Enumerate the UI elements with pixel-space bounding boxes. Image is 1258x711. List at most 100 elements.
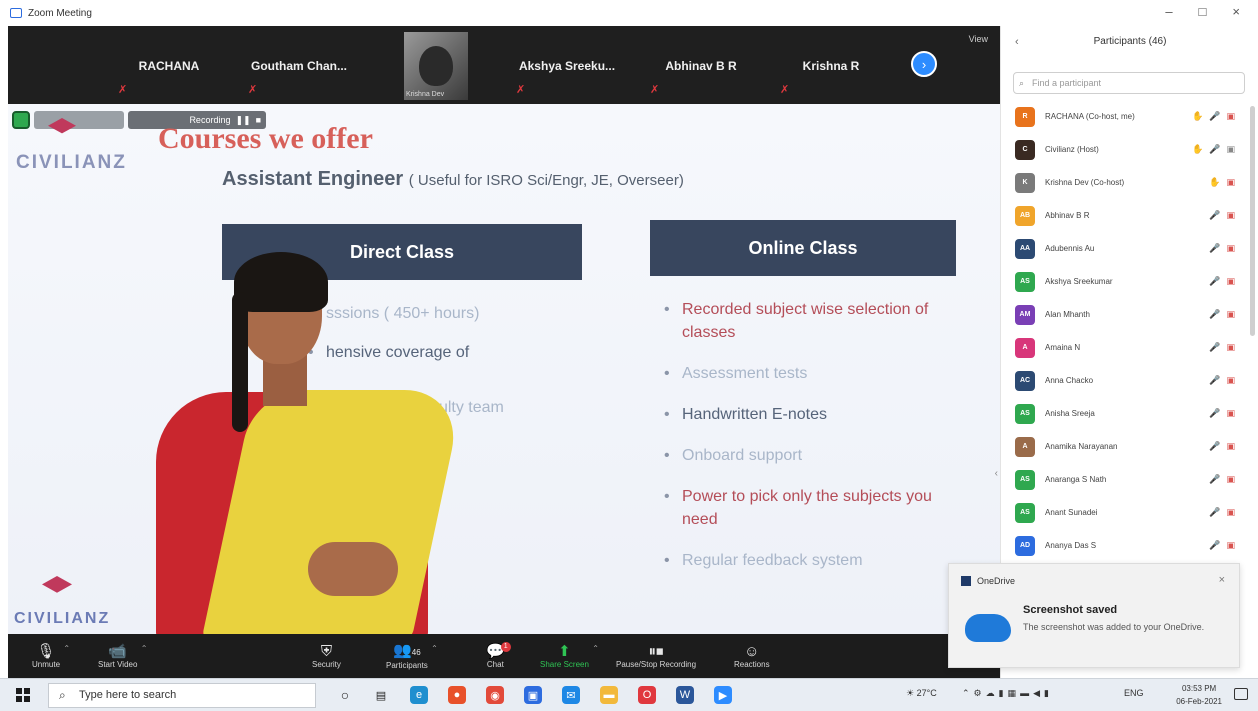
participant-name: Civilianz (Host) xyxy=(1045,145,1099,154)
chevron-up-icon[interactable]: ⌃ xyxy=(431,644,438,653)
cortana-icon[interactable]: ○ xyxy=(336,686,354,704)
share-screen-button[interactable]: ⬆ Share Screen ⌃ xyxy=(540,638,599,674)
start-button[interactable] xyxy=(16,688,30,702)
weather-indicator[interactable]: ☀ 27°C xyxy=(906,688,937,699)
file-explorer-icon[interactable]: ▬ xyxy=(600,686,618,704)
zoom-app-icon xyxy=(10,8,22,18)
video-tile[interactable]: RACHANA ✗ xyxy=(110,32,228,100)
participant-row[interactable]: AS Akshya Sreekumar 🎤 ▣ xyxy=(1001,265,1251,298)
video-tile-active[interactable]: Krishna Dev xyxy=(404,32,468,100)
video-off-icon: ▣ xyxy=(1226,375,1235,385)
system-tray-icons[interactable]: ⌃⚙☁▮▦▬◀▮ xyxy=(962,688,1053,699)
video-off-icon: ▣ xyxy=(1226,111,1235,121)
zoom-taskbar-icon[interactable]: ▶ xyxy=(714,686,732,704)
firefox-icon[interactable]: ● xyxy=(448,686,466,704)
video-off-icon: ▣ xyxy=(1226,177,1235,187)
participant-row[interactable]: AA Adubennis Au 🎤 ▣ xyxy=(1001,232,1251,265)
clock-time: 03:53 PM xyxy=(1181,684,1217,693)
window-controls: – □ × xyxy=(1165,4,1240,19)
video-tile[interactable]: Abhinav B R ✗ xyxy=(642,32,760,100)
participant-row[interactable]: AS Anaranga S Nath 🎤 ▣ xyxy=(1001,463,1251,496)
notification-title: Screenshot saved xyxy=(1023,604,1118,616)
window-title-bar: Zoom Meeting – □ × xyxy=(0,0,1258,26)
participant-row[interactable]: AC Anna Chacko 🎤 ▣ xyxy=(1001,364,1251,397)
clock[interactable]: 03:53 PM 06-Feb-2021 xyxy=(1176,682,1222,708)
list-item: Power to pick only the subjects you need xyxy=(660,485,950,531)
button-label: Pause/Stop Recording xyxy=(616,659,697,669)
mail-icon[interactable]: ✉ xyxy=(562,686,580,704)
participant-name: Amaina N xyxy=(1045,343,1081,352)
button-label: Participants xyxy=(386,660,428,670)
opera-icon[interactable]: O xyxy=(638,686,656,704)
task-view-icon[interactable]: ▤ xyxy=(372,686,390,704)
participant-status: 🎤 ▣ xyxy=(1209,210,1235,221)
word-icon[interactable]: W xyxy=(676,686,694,704)
view-button[interactable]: View xyxy=(969,34,988,44)
participant-row[interactable]: C Civilianz (Host) ✋ 🎤 ▣ xyxy=(1001,133,1251,166)
chevron-up-icon[interactable]: ⌃ xyxy=(63,644,70,653)
participant-row[interactable]: R RACHANA (Co-host, me) ✋ 🎤 ▣ xyxy=(1001,100,1251,133)
participant-row[interactable]: AS Anisha Sreeja 🎤 ▣ xyxy=(1001,397,1251,430)
close-window-button[interactable]: × xyxy=(1232,4,1240,19)
language-indicator[interactable]: ENG xyxy=(1124,688,1144,698)
logo-mark-icon xyxy=(42,576,72,593)
participant-row[interactable]: A Anamika Narayanan 🎤 ▣ xyxy=(1001,430,1251,463)
participant-row[interactable]: AS Anant Sunadei 🎤 ▣ xyxy=(1001,496,1251,529)
reactions-icon: ☺ xyxy=(744,642,760,660)
participant-status: 🎤 ▣ xyxy=(1209,408,1235,419)
chat-button[interactable]: 💬 1 Chat xyxy=(486,638,511,674)
onedrive-notification[interactable]: OneDrive × Screenshot saved The screensh… xyxy=(948,563,1240,668)
reactions-button[interactable]: ☺ Reactions xyxy=(734,638,770,674)
notification-center-icon[interactable] xyxy=(1234,688,1248,700)
online-class-heading: Online Class xyxy=(650,220,956,276)
recording-button[interactable]: ⏸⏹ Pause/Stop Recording xyxy=(616,638,696,674)
participant-row[interactable]: AB Abhinav B R 🎤 ▣ xyxy=(1001,199,1251,232)
muted-mic-icon: ✗ xyxy=(780,84,790,96)
video-tile[interactable]: Akshya Sreeku... ✗ xyxy=(508,32,626,100)
participant-name: Abhinav B R xyxy=(665,59,737,73)
video-off-icon: ▣ xyxy=(1226,474,1235,484)
taskbar-search-input[interactable]: ⌕ Type here to search xyxy=(48,683,316,708)
unmute-button[interactable]: 🎙 Unmute ⌃ xyxy=(32,638,70,674)
next-page-icon[interactable]: › xyxy=(911,51,937,77)
chevron-left-icon[interactable]: ‹ xyxy=(995,468,998,479)
video-off-icon: ▣ xyxy=(1226,540,1235,550)
scrollbar[interactable] xyxy=(1250,106,1255,336)
store-icon[interactable]: ▣ xyxy=(524,686,542,704)
participant-status: 🎤 ▣ xyxy=(1209,441,1235,452)
participant-status: 🎤 ▣ xyxy=(1209,507,1235,518)
chrome-icon[interactable]: ◉ xyxy=(486,686,504,704)
participant-status: 🎤 ▣ xyxy=(1209,342,1235,353)
close-icon[interactable]: × xyxy=(1219,574,1225,586)
participant-row[interactable]: A Amaina N 🎤 ▣ xyxy=(1001,331,1251,364)
video-tile[interactable]: Krishna R ✗ xyxy=(772,32,890,100)
participant-name: Anna Chacko xyxy=(1045,376,1094,385)
search-icon: ⌕ xyxy=(59,688,66,702)
chevron-up-icon[interactable]: ⌃ xyxy=(141,644,148,653)
subtitle-note: ( Useful for ISRO Sci/Engr, JE, Overseer… xyxy=(408,172,684,189)
minimize-button[interactable]: – xyxy=(1165,4,1172,19)
participant-row[interactable]: K Krishna Dev (Co-host) ✋ ▣ xyxy=(1001,166,1251,199)
participant-row[interactable]: AD Ananya Das S 🎤 ▣ xyxy=(1001,529,1251,562)
security-button[interactable]: ⛨ Security xyxy=(312,638,341,674)
presenter-hair xyxy=(232,292,248,432)
participant-status: 🎤 ▣ xyxy=(1209,309,1235,320)
shield-icon: ⛨ xyxy=(320,642,333,660)
video-off-icon: ▣ xyxy=(1226,342,1235,352)
participant-row[interactable]: AM Alan Mhanth 🎤 ▣ xyxy=(1001,298,1251,331)
edge-icon[interactable]: e xyxy=(410,686,428,704)
cloud-icon xyxy=(965,614,1011,642)
participants-button[interactable]: 👥46 Participants ⌃ xyxy=(386,638,438,674)
avatar: A xyxy=(1015,337,1035,358)
participant-status: 🎤 ▣ xyxy=(1209,375,1235,386)
button-label: Start Video xyxy=(98,659,138,669)
notification-app: OneDrive xyxy=(961,576,1015,586)
maximize-button[interactable]: □ xyxy=(1199,4,1207,19)
participants-icon: 👥46 xyxy=(393,641,421,659)
video-off-icon: ▣ xyxy=(1226,309,1235,319)
participant-search-input[interactable]: ⌕ Find a participant xyxy=(1013,72,1245,94)
muted-mic-icon: 🎤 xyxy=(1209,111,1221,121)
start-video-button[interactable]: 📹 Start Video ⌃ xyxy=(98,638,147,674)
chevron-up-icon[interactable]: ⌃ xyxy=(592,644,599,653)
video-tile[interactable]: Goutham Chan... ✗ xyxy=(240,32,358,100)
